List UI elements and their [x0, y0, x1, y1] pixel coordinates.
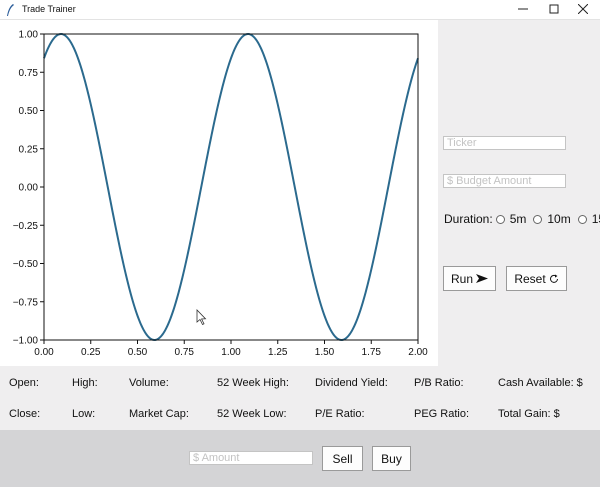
- run-button[interactable]: Run: [443, 266, 496, 291]
- radio-5m[interactable]: [495, 214, 505, 224]
- y-tick-label: 1.00: [19, 30, 39, 41]
- stat-52-week-high: 52 Week High:: [217, 377, 289, 389]
- mouse-cursor-icon: [196, 309, 207, 326]
- x-tick-label: 1.50: [315, 347, 335, 358]
- close-button[interactable]: [566, 0, 600, 19]
- minimize-button[interactable]: [506, 0, 540, 19]
- y-tick-label: 0.50: [19, 106, 39, 117]
- series-line: [43, 32, 419, 342]
- y-tick-label: −0.75: [13, 297, 39, 308]
- plot-frame: [43, 33, 419, 341]
- minimize-icon: [518, 8, 528, 10]
- send-arrow-icon: [476, 274, 488, 283]
- x-tick-label: 0.00: [34, 347, 54, 358]
- x-tick-label: 0.75: [175, 347, 195, 358]
- duration-label: Duration:: [444, 212, 493, 226]
- sell-button[interactable]: Sell: [322, 446, 363, 471]
- y-tick-label: 0.25: [19, 144, 39, 155]
- radio-15m[interactable]: [577, 214, 587, 224]
- window-title: Trade Trainer: [22, 4, 76, 14]
- stat-pb-ratio: P/B Ratio:: [414, 377, 464, 389]
- stat-dividend-yield: Dividend Yield:: [315, 377, 388, 389]
- stat-total-gain: Total Gain: $: [498, 408, 560, 420]
- close-icon: [577, 3, 589, 15]
- duration-selector: Duration: 5m 10m 15m: [444, 212, 600, 226]
- radio-10m[interactable]: [533, 214, 543, 224]
- chart-panel: 0.00 0.25 0.50 0.75 1.00 1.25 1.50 1.75 2.00 1.00…: [0, 20, 438, 366]
- x-tick-label: 1.00: [221, 347, 241, 358]
- feather-icon: [7, 4, 14, 16]
- radio-10m-label[interactable]: 10m: [547, 212, 570, 226]
- y-tick-label: −0.50: [13, 259, 39, 270]
- stat-volume: Volume:: [129, 377, 169, 389]
- buy-button[interactable]: Buy: [372, 446, 411, 471]
- y-tick-label: 0.00: [19, 183, 39, 194]
- x-tick-label: 0.25: [81, 347, 101, 358]
- refresh-icon: [549, 274, 558, 283]
- stat-market-cap: Market Cap:: [129, 408, 189, 420]
- reset-label: Reset: [514, 271, 546, 286]
- title-bar: Trade Trainer: [0, 0, 600, 20]
- budget-input[interactable]: [443, 174, 566, 188]
- control-panel: [438, 20, 600, 366]
- radio-5m-label[interactable]: 5m: [510, 212, 527, 226]
- x-tick-label: 1.25: [268, 347, 288, 358]
- x-tick-label: 2.00: [408, 347, 428, 358]
- stat-close: Close:: [9, 408, 41, 420]
- sell-label: Sell: [332, 451, 353, 466]
- stat-pe-ratio: P/E Ratio:: [315, 408, 365, 420]
- radio-15m-label[interactable]: 15m: [592, 212, 600, 226]
- reset-button[interactable]: Reset: [506, 266, 567, 291]
- stat-peg-ratio: PEG Ratio:: [414, 408, 470, 420]
- buy-label: Buy: [381, 451, 402, 466]
- stat-high: High:: [72, 377, 98, 389]
- amount-input[interactable]: [189, 451, 313, 465]
- maximize-icon: [549, 4, 559, 14]
- y-tick-label: 0.75: [19, 68, 39, 79]
- price-chart: 0.00 0.25 0.50 0.75 1.00 1.25 1.50 1.75 2.00 1.00…: [13, 30, 428, 359]
- y-tick-label: −0.25: [13, 221, 39, 232]
- x-tick-label: 1.75: [362, 347, 382, 358]
- stat-cash-available: Cash Available: $: [498, 377, 583, 389]
- ticker-input[interactable]: [443, 136, 566, 150]
- stats-panel: [0, 366, 600, 430]
- stat-open: Open:: [9, 377, 39, 389]
- stat-low: Low:: [72, 408, 96, 420]
- y-tick-label: −1.00: [13, 336, 39, 347]
- run-label: Run: [450, 271, 473, 286]
- stat-52-week-low: 52 Week Low:: [217, 408, 287, 420]
- x-tick-label: 0.50: [128, 347, 148, 358]
